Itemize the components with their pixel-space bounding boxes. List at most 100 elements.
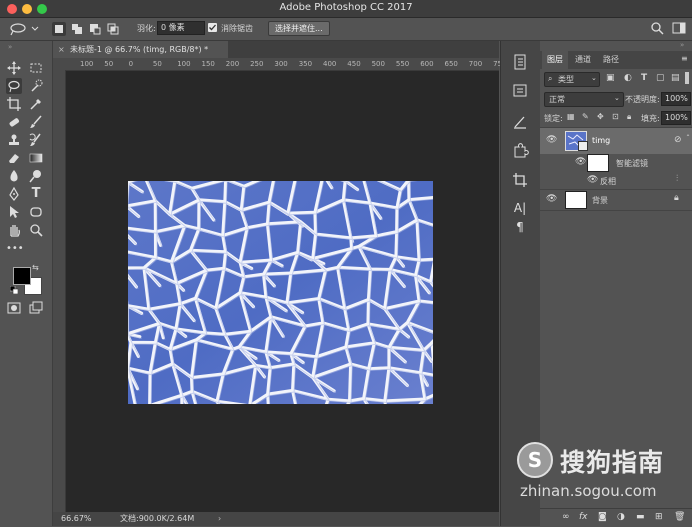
character-panel-button[interactable]: A| xyxy=(511,199,529,217)
filter-toggle[interactable] xyxy=(685,72,689,84)
fill-input[interactable]: 100% xyxy=(661,111,691,125)
eraser-tool[interactable] xyxy=(6,150,22,166)
gradient-tool[interactable] xyxy=(28,150,44,166)
filter-adjustment-icon[interactable]: ◐ xyxy=(624,73,632,83)
lock-position-icon[interactable]: ✥ xyxy=(597,112,604,121)
filter-smart-object-icon[interactable]: ▤ xyxy=(671,73,680,83)
type-icon: T xyxy=(31,186,41,201)
layer-name[interactable]: timg xyxy=(592,136,610,145)
eyedropper-tool[interactable] xyxy=(28,96,44,112)
layer-row-timg[interactable]: 👁︎ timg ⊘ ˆ xyxy=(540,127,692,154)
ruler-tick-label: 150 xyxy=(201,60,215,68)
ruler-tick-label: 350 xyxy=(298,60,313,68)
marquee-tool[interactable] xyxy=(28,60,44,76)
antialias-checkbox[interactable] xyxy=(208,23,217,32)
add-mask-icon[interactable]: ◙ xyxy=(598,512,607,522)
lock-artboard-icon[interactable]: ⊡ xyxy=(612,112,619,121)
panel-menu-icon[interactable]: ≡ xyxy=(681,54,688,63)
brush-settings-icon xyxy=(514,116,526,129)
brush-tool[interactable] xyxy=(28,114,44,130)
character-icon: A| xyxy=(513,201,527,215)
close-tab-icon[interactable]: × xyxy=(58,41,65,58)
ruler-tick-label: 0 xyxy=(128,60,134,68)
filter-blending-options-icon[interactable]: ⫶ xyxy=(676,174,678,184)
crop-panel-button[interactable] xyxy=(511,171,529,189)
path-selection-tool[interactable] xyxy=(6,204,22,220)
clone-source-button[interactable] xyxy=(511,141,529,159)
status-menu-arrow-icon[interactable]: › xyxy=(218,512,221,526)
filter-type-icon[interactable]: T xyxy=(641,73,647,83)
shape-tool[interactable] xyxy=(28,204,44,220)
brush-settings-button[interactable] xyxy=(511,113,529,131)
visibility-eye-icon[interactable]: 👁︎ xyxy=(587,175,598,185)
paragraph-panel-button[interactable]: ¶ xyxy=(511,218,529,236)
magnifier-icon xyxy=(30,224,43,237)
quick-mask-button[interactable] xyxy=(6,300,22,316)
layer-row-background[interactable]: 👁︎ 背景 🔒︎ xyxy=(540,189,692,211)
lock-image-icon[interactable]: ✎ xyxy=(582,112,589,121)
layer-style-icon[interactable]: fx xyxy=(579,512,588,522)
filter-pixel-icon[interactable]: ▣ xyxy=(606,73,615,83)
smart-object-badge-icon xyxy=(578,141,588,151)
panel-collapse-icon[interactable]: » xyxy=(680,41,684,49)
move-tool[interactable] xyxy=(6,60,22,76)
clone-stamp-tool[interactable] xyxy=(6,132,22,148)
chevron-up-icon[interactable]: ˆ xyxy=(686,134,690,143)
document-tab[interactable]: × 未标题-1 @ 66.7% (timg, RGB/8*) * xyxy=(53,41,228,58)
lock-transparency-icon[interactable]: ▦ xyxy=(567,112,575,121)
zoom-tool[interactable] xyxy=(28,222,44,238)
blend-mode-select[interactable]: 正常 ⌄ xyxy=(544,92,624,107)
history-brush-tool[interactable] xyxy=(28,132,44,148)
link-layers-icon[interactable]: ∞ xyxy=(562,512,570,522)
document-tab-title: 未标题-1 @ 66.7% (timg, RGB/8*) * xyxy=(70,45,209,54)
layer-filter-select[interactable]: ⌕ 类型 ⌄ xyxy=(544,72,600,87)
cracked-earth-image[interactable] xyxy=(117,170,451,433)
search-button[interactable] xyxy=(650,21,664,35)
workspace-button[interactable] xyxy=(672,21,686,35)
select-and-mask-button[interactable]: 选择并遮住... xyxy=(268,21,330,36)
intersect-selection-button[interactable] xyxy=(106,22,120,36)
quick-selection-tool[interactable] xyxy=(28,78,44,94)
zoom-level[interactable]: 66.67% xyxy=(61,512,92,526)
visibility-eye-icon[interactable]: 👁︎ xyxy=(546,194,557,204)
tab-paths[interactable]: 路径 xyxy=(598,51,624,69)
properties-panel-button[interactable] xyxy=(511,81,529,99)
tab-channels[interactable]: 通道 xyxy=(570,51,596,69)
type-tool[interactable]: T xyxy=(28,186,44,202)
visibility-eye-icon[interactable]: 👁︎ xyxy=(546,135,557,145)
screen-mode-button[interactable] xyxy=(28,300,44,316)
edit-toolbar-button[interactable]: ••• xyxy=(6,241,24,257)
healing-brush-tool[interactable] xyxy=(6,114,22,130)
tab-layers[interactable]: 图层 xyxy=(542,51,568,69)
ruler-tick-label: 400 xyxy=(323,60,337,68)
new-selection-button[interactable] xyxy=(52,22,66,36)
dodge-tool[interactable] xyxy=(28,168,44,184)
pen-tool[interactable] xyxy=(6,186,22,202)
crop-tool[interactable] xyxy=(6,96,22,112)
foreground-color-swatch[interactable] xyxy=(13,267,31,285)
lock-all-icon[interactable]: 🔒︎ xyxy=(627,112,631,122)
feather-input[interactable]: 0 像素 xyxy=(157,21,205,35)
subtract-selection-button[interactable] xyxy=(88,22,102,36)
hand-tool[interactable] xyxy=(6,222,22,238)
adjustment-layer-icon[interactable]: ◑ xyxy=(617,512,625,522)
opacity-input[interactable]: 100% xyxy=(661,92,691,106)
default-colors-icon[interactable] xyxy=(9,285,19,295)
new-group-icon[interactable]: ▬ xyxy=(636,512,645,522)
layer-name[interactable]: 背景 xyxy=(592,195,608,206)
add-selection-button[interactable] xyxy=(70,22,84,36)
history-panel-button[interactable] xyxy=(511,53,529,71)
history-icon xyxy=(514,54,526,70)
delete-layer-icon[interactable]: 🗑︎ xyxy=(674,512,685,522)
lasso-tool[interactable] xyxy=(6,78,22,94)
visibility-eye-icon[interactable]: 👁︎ xyxy=(575,157,586,167)
filter-mask-thumbnail[interactable] xyxy=(587,154,609,172)
blur-tool[interactable] xyxy=(6,168,22,184)
chevron-down-icon: ⌄ xyxy=(614,94,620,102)
swap-colors-icon[interactable]: ⇆ xyxy=(32,263,39,272)
new-layer-icon[interactable]: ⊞ xyxy=(655,512,663,522)
layer-row-smart-filters[interactable]: 👁︎ 智能滤镜 xyxy=(540,153,692,173)
filter-shape-icon[interactable]: ▢ xyxy=(656,73,665,83)
lasso-preset-picker[interactable] xyxy=(8,21,40,37)
layer-row-invert[interactable]: 👁︎ 反相 ⫶ xyxy=(540,173,692,189)
